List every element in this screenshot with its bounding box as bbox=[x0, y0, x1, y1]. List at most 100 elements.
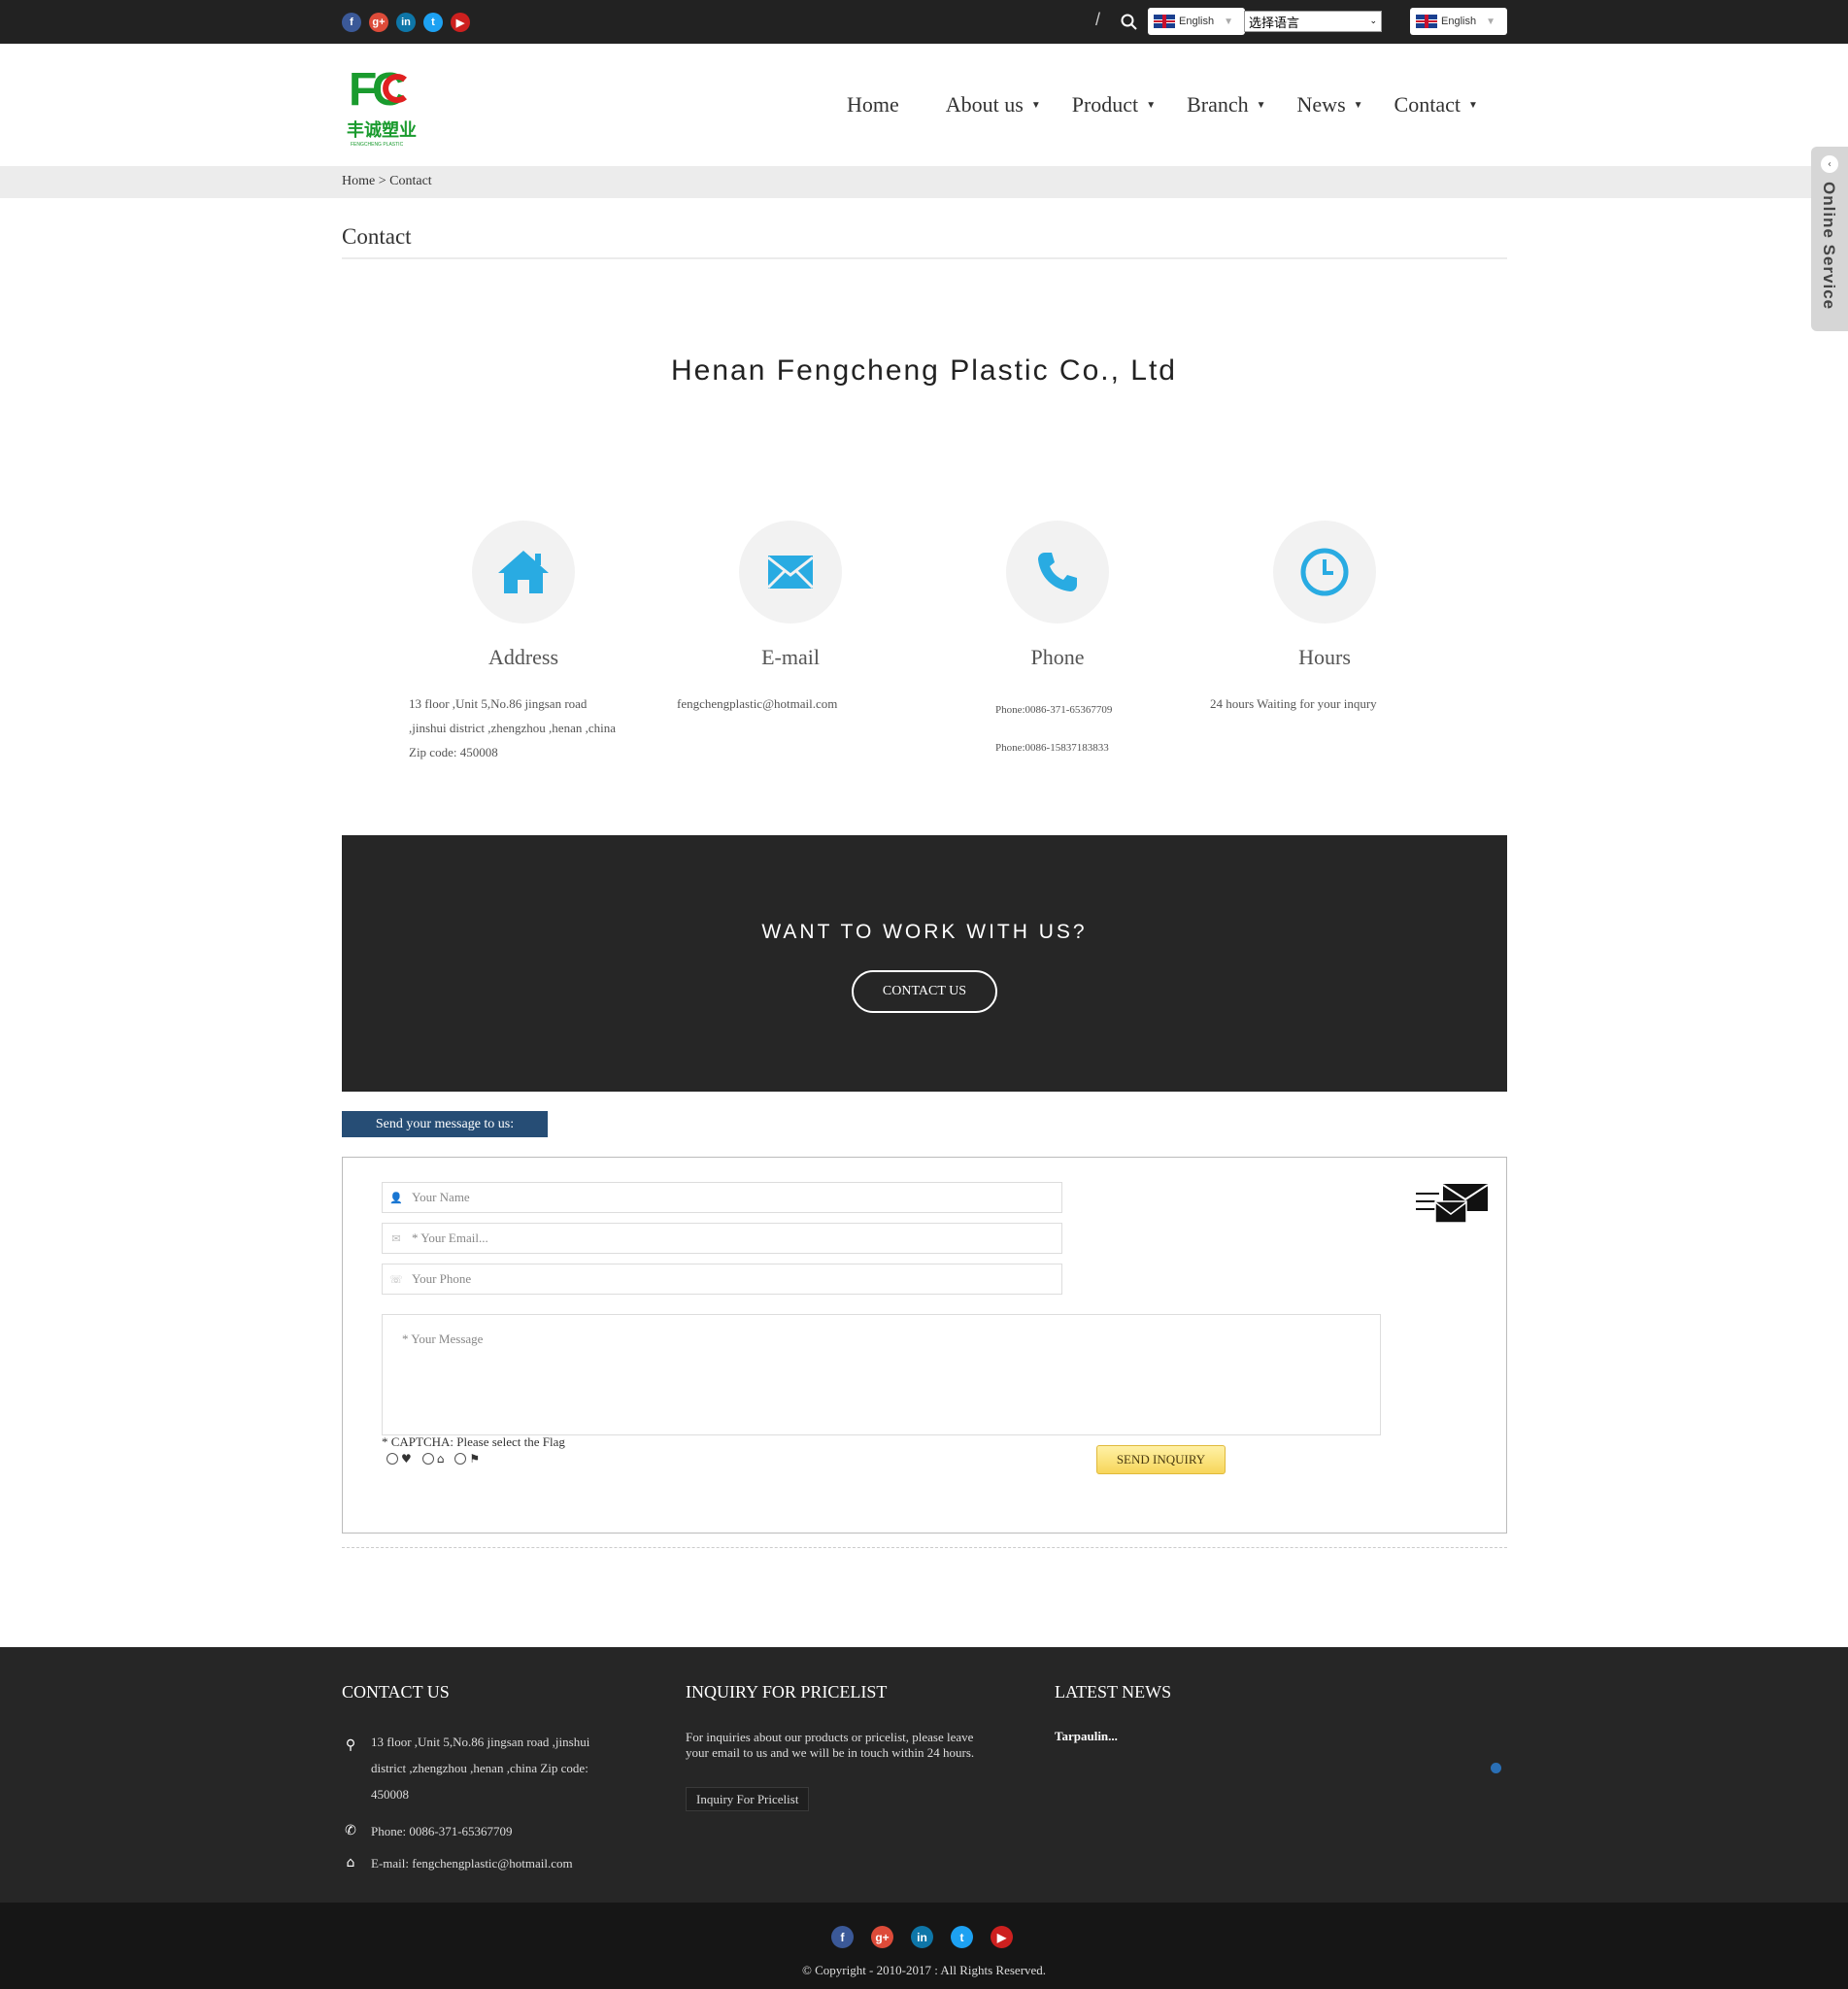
cta-question: WANT TO WORK WITH US? bbox=[761, 921, 1088, 943]
inquiry-pricelist-button[interactable]: Inquiry For Pricelist bbox=[686, 1787, 810, 1811]
email-icon-circle bbox=[739, 521, 842, 624]
nav-label: Contact bbox=[1394, 92, 1461, 117]
svg-text:C: C bbox=[372, 64, 406, 116]
name-placeholder: Your Name bbox=[412, 1190, 470, 1204]
contact-us-button[interactable]: CONTACT US bbox=[852, 970, 997, 1013]
nav-product[interactable]: Product ▼ bbox=[1072, 92, 1156, 118]
captcha-radio-heart[interactable] bbox=[386, 1453, 398, 1465]
phone-value[interactable]: Phone:0086-371-65367709 bbox=[995, 691, 1190, 729]
hours-text: 24 hours Waiting for your inqury bbox=[1210, 691, 1443, 716]
top-bar: f g+ in t ▶ / English ▼ 选择语言 ⌄ English ▼ bbox=[0, 0, 1848, 44]
nav-label: Product bbox=[1071, 92, 1139, 117]
captcha-label: * CAPTCHA: Please select the Flag bbox=[382, 1434, 565, 1449]
caret-down-icon: ▼ bbox=[1467, 99, 1478, 111]
captcha-radio-flag[interactable] bbox=[454, 1453, 467, 1465]
phone-icon: ✆ bbox=[345, 1823, 356, 1838]
main-nav: Home About us ▼ Product ▼ Branch ▼ News ▼ Co… bbox=[847, 92, 1478, 118]
nav-label: Home bbox=[847, 92, 899, 117]
page-title: Contact bbox=[342, 224, 412, 249]
twitter-icon[interactable]: t bbox=[423, 13, 443, 32]
phone-label: Phone bbox=[1030, 645, 1085, 669]
language-switcher-right[interactable]: English ▼ bbox=[1410, 8, 1507, 35]
twitter-icon[interactable]: t bbox=[951, 1926, 973, 1948]
breadcrumb: Home > Contact bbox=[342, 174, 432, 189]
svg-text:丰诚塑业: 丰诚塑业 bbox=[347, 119, 417, 141]
youtube-icon[interactable]: ▶ bbox=[451, 13, 470, 32]
company-name: Henan Fengcheng Plastic Co., Ltd bbox=[671, 354, 1177, 387]
footer-address-line: 450008 bbox=[371, 1787, 409, 1802]
form-tab: Send your message to us: bbox=[342, 1111, 548, 1137]
message-textarea[interactable]: * Your Message bbox=[382, 1314, 1381, 1435]
home-icon: ⌂ bbox=[346, 1855, 355, 1871]
address-line: Zip code: 450008 bbox=[409, 745, 498, 759]
phone-text: Phone:0086-371-65367709 Phone:0086-15837… bbox=[995, 691, 1190, 767]
linkedin-icon[interactable]: in bbox=[396, 13, 416, 32]
message-placeholder: * Your Message bbox=[402, 1332, 484, 1346]
address-line: 13 floor ,Unit 5,No.86 jingsan road bbox=[409, 696, 588, 711]
site-header: F C 丰诚塑业 FENGCHENG PLASTIC Home About us… bbox=[0, 44, 1848, 166]
news-slider-dot[interactable] bbox=[1491, 1763, 1501, 1773]
copyright: © Copyright - 2010-2017 : All Rights Res… bbox=[801, 1963, 1047, 1977]
chevron-down-icon: ⌄ bbox=[1369, 17, 1377, 26]
search-icon[interactable] bbox=[1120, 13, 1139, 32]
send-inquiry-button[interactable]: SEND INQUIRY bbox=[1096, 1445, 1226, 1474]
envelope-icon bbox=[766, 556, 815, 590]
company-logo[interactable]: F C 丰诚塑业 FENGCHENG PLASTIC bbox=[347, 60, 424, 148]
nav-contact[interactable]: Contact ▼ bbox=[1394, 92, 1478, 118]
address-text: 13 floor ,Unit 5,No.86 jingsan road ,jin… bbox=[409, 691, 661, 764]
email-label: E-mail bbox=[761, 645, 820, 669]
nav-about-us[interactable]: About us ▼ bbox=[946, 92, 1041, 118]
caret-down-icon: ▼ bbox=[1353, 99, 1363, 111]
heart-icon: ♥ bbox=[401, 1452, 412, 1466]
user-icon: 👤 bbox=[389, 1191, 403, 1204]
phone-value[interactable]: Phone:0086-15837183833 bbox=[995, 729, 1190, 767]
language-label: English bbox=[1441, 16, 1477, 27]
email-placeholder: * Your Email... bbox=[412, 1230, 488, 1245]
online-service-tab[interactable]: ‹ Online Service bbox=[1811, 147, 1848, 331]
language-switcher-left[interactable]: English ▼ bbox=[1148, 8, 1245, 35]
email-value[interactable]: fengchengplastic@hotmail.com bbox=[677, 691, 910, 716]
google-plus-icon[interactable]: g+ bbox=[871, 1926, 893, 1948]
phone-input[interactable]: ☏ Your Phone bbox=[382, 1264, 1062, 1295]
facebook-icon[interactable]: f bbox=[831, 1926, 854, 1948]
nav-label: About us bbox=[945, 92, 1024, 117]
house-icon: ⌂ bbox=[436, 1452, 445, 1466]
footer-inquiry-heading: INQUIRY FOR PRICELIST bbox=[686, 1682, 888, 1702]
nav-news[interactable]: News ▼ bbox=[1297, 92, 1363, 118]
nav-branch[interactable]: Branch ▼ bbox=[1187, 92, 1265, 118]
breadcrumb-home[interactable]: Home bbox=[342, 174, 375, 188]
email-text[interactable]: fengchengplastic@hotmail.com bbox=[677, 691, 910, 716]
nav-label: News bbox=[1296, 92, 1346, 117]
nav-label: Branch bbox=[1187, 92, 1249, 117]
site-footer: CONTACT US ⚲ 13 floor ,Unit 5,No.86 jing… bbox=[0, 1647, 1848, 1903]
chevron-down-icon: ▼ bbox=[1486, 16, 1495, 27]
address-line: ,jinshui district ,zhengzhou ,henan ,chi… bbox=[409, 721, 617, 735]
flag-icon: ⚑ bbox=[469, 1452, 481, 1466]
title-divider bbox=[342, 257, 1507, 259]
captcha-radio-house[interactable] bbox=[421, 1453, 434, 1465]
footer-news-heading: LATEST NEWS bbox=[1055, 1682, 1172, 1702]
nav-home[interactable]: Home bbox=[847, 92, 899, 118]
language-select[interactable]: 选择语言 ⌄ bbox=[1244, 11, 1382, 32]
phone-small-icon: ☏ bbox=[389, 1272, 403, 1286]
news-item[interactable]: Tarpaulin... bbox=[1055, 1729, 1118, 1744]
chevron-down-icon: ▼ bbox=[1224, 16, 1233, 27]
chevron-icon[interactable]: ‹ bbox=[1821, 155, 1838, 173]
email-input[interactable]: ✉ * Your Email... bbox=[382, 1223, 1062, 1254]
footer-contact-heading: CONTACT US bbox=[342, 1682, 450, 1702]
facebook-icon[interactable]: f bbox=[342, 13, 361, 32]
youtube-icon[interactable]: ▶ bbox=[991, 1926, 1013, 1948]
linkedin-icon[interactable]: in bbox=[911, 1926, 933, 1948]
work-with-us-banner: WANT TO WORK WITH US? CONTACT US bbox=[342, 835, 1507, 1092]
form-bottom-divider bbox=[342, 1547, 1507, 1548]
footer-email[interactable]: E-mail: fengchengplastic@hotmail.com bbox=[371, 1850, 573, 1876]
inquiry-form: 👤 Your Name ✉ * Your Email... ☏ Your Pho… bbox=[342, 1157, 1507, 1534]
footer-address: 13 floor ,Unit 5,No.86 jingsan road ,jin… bbox=[371, 1729, 589, 1807]
footer-social-links: f g+ in t ▶ bbox=[831, 1926, 1013, 1948]
breadcrumb-separator: > bbox=[378, 174, 386, 188]
google-plus-icon[interactable]: g+ bbox=[369, 13, 388, 32]
phone-placeholder: Your Phone bbox=[412, 1271, 472, 1286]
footer-address-line: district ,zhengzhou ,henan ,china Zip co… bbox=[371, 1761, 588, 1775]
top-social-links: f g+ in t ▶ bbox=[342, 13, 470, 32]
name-input[interactable]: 👤 Your Name bbox=[382, 1182, 1062, 1213]
